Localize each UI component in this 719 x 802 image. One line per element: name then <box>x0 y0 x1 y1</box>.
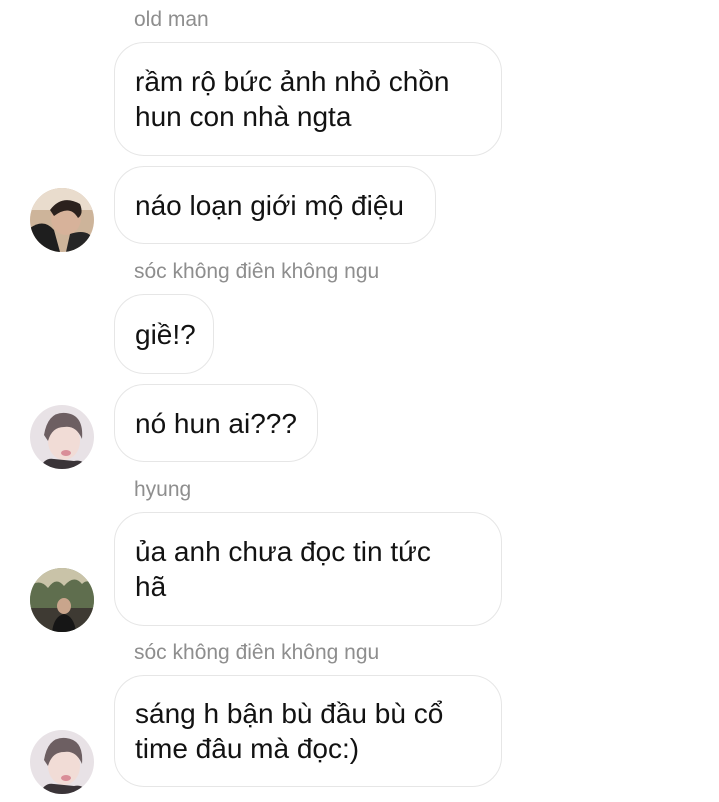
sender-name: hyung <box>134 478 192 501</box>
message-text: rầm rộ bức ảnh nhỏ chồn hun con nhà ngta <box>135 66 450 132</box>
message-bubble[interactable]: giề!? <box>114 294 214 374</box>
message-text: náo loạn giới mộ điệu <box>135 189 404 221</box>
avatar-person-pale-icon <box>30 405 94 469</box>
message-bubble[interactable]: rầm rộ bức ảnh nhỏ chồn hun con nhà ngta <box>114 42 502 156</box>
message-text: ủa anh chưa đọc tin tức hã <box>135 536 431 602</box>
sender-name: old man <box>134 8 209 31</box>
sender-name: sóc không điên không ngu <box>134 641 380 664</box>
message-bubble[interactable]: nó hun ai??? <box>114 384 318 462</box>
avatar-person-pale-icon <box>30 730 94 794</box>
sender-name: sóc không điên không ngu <box>134 260 380 283</box>
avatar[interactable] <box>30 568 94 632</box>
avatar[interactable] <box>30 405 94 469</box>
avatar-man-dark-hair-icon <box>30 188 94 252</box>
avatar[interactable] <box>30 188 94 252</box>
message-text: sáng h bận bù đầu bù cổ time đâu mà đọc:… <box>135 698 444 764</box>
avatar-person-outdoor-icon <box>30 568 94 632</box>
message-bubble[interactable]: sáng h bận bù đầu bù cổ time đâu mà đọc:… <box>114 675 502 787</box>
message-bubble[interactable]: ủa anh chưa đọc tin tức hã <box>114 512 502 626</box>
message-text: giề!? <box>135 318 196 350</box>
avatar[interactable] <box>30 730 94 794</box>
message-text: nó hun ai??? <box>135 407 297 439</box>
message-bubble[interactable]: náo loạn giới mộ điệu <box>114 166 436 244</box>
